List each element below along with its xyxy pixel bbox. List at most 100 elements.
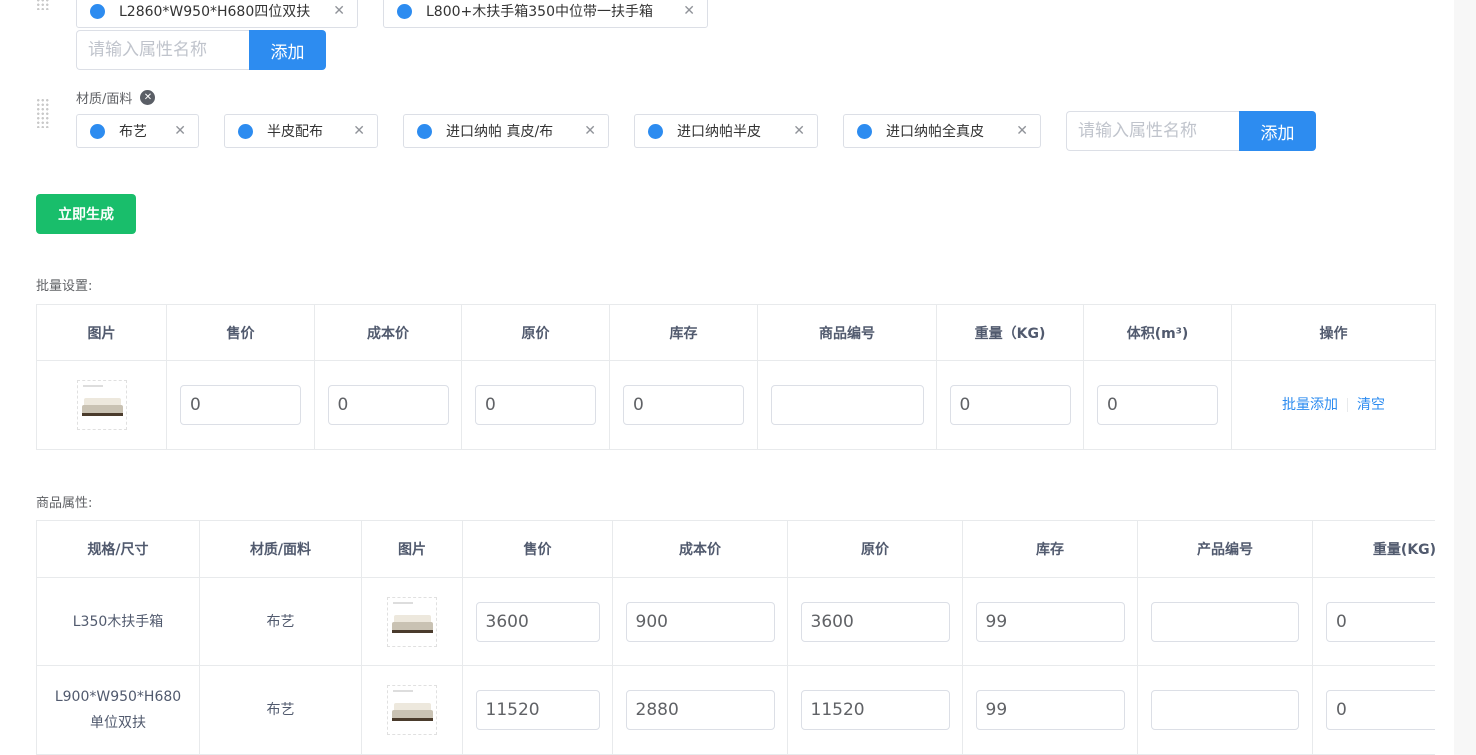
original-price-input[interactable] [800,690,950,730]
stock-input[interactable] [975,690,1125,730]
close-icon[interactable]: ✕ [174,123,186,139]
product-code-input[interactable] [1151,601,1299,642]
column-header: 产品编号 [1137,520,1313,578]
material-cell: 布艺 [199,577,362,666]
column-header: 成本价 [314,304,462,361]
vertical-scrollbar[interactable] [1454,0,1476,755]
close-icon[interactable]: ✕ [353,123,365,139]
tag-dot-icon [397,3,412,19]
column-header: 原价 [461,304,610,361]
table-row: L900*W950*H680单位双扶 布艺 [36,665,1435,755]
close-icon[interactable]: ✕ [1016,123,1028,139]
batch-stock-input[interactable] [623,385,744,425]
circle-close-icon[interactable]: ✕ [140,90,156,105]
spec-cell: L900*W950*H680单位双扶 [36,665,200,755]
column-header: 图片 [36,304,167,361]
clear-link[interactable]: 清空 [1357,397,1385,413]
image-cell [361,665,463,755]
table-header-row: 图片 售价 成本价 原价 库存 商品编号 重量（KG) 体积(m³) 操作 [36,304,1436,361]
column-header: 材质/面料 [199,520,362,578]
close-icon[interactable]: ✕ [683,3,695,19]
product-thumbnail[interactable] [387,596,437,647]
weight-input[interactable] [1326,690,1435,730]
batch-settings-table: 图片 售价 成本价 原价 库存 商品编号 重量（KG) 体积(m³) 操作 0 … [36,304,1436,450]
tag-dot-icon [90,123,105,139]
batch-settings-label: 批量设置: [36,279,93,294]
material-add-button[interactable]: 添加 [1239,111,1316,151]
material-attr-input[interactable] [1066,111,1239,151]
drag-handle-icon[interactable] [36,0,50,10]
weight-input[interactable] [1326,601,1435,642]
column-header: 库存 [609,304,758,361]
product-code-input[interactable] [1151,690,1299,730]
batch-price-input[interactable] [180,385,301,425]
spec-tag[interactable]: L800+木扶手箱350中位带一扶手箱 ✕ [383,0,708,28]
column-header: 操作 [1231,304,1436,361]
material-cell: 布艺 [199,665,362,755]
column-header: 库存 [962,520,1138,578]
attributes-table-viewport: 规格/尺寸 材质/面料 图片 售价 成本价 原价 库存 产品编号 重量(KG) … [36,520,1435,755]
material-tag[interactable]: 进口纳帕半皮 ✕ [634,114,818,148]
tag-dot-icon [90,3,105,19]
batch-weight-input[interactable] [949,385,1071,425]
material-tag[interactable]: 半皮配布 ✕ [224,114,378,148]
image-cell [361,577,463,666]
batch-add-link[interactable]: 批量添加 [1282,397,1338,413]
tag-label: 半皮配布 [267,124,323,140]
batch-cost-input[interactable] [327,385,449,425]
product-thumbnail[interactable] [387,685,437,735]
column-header: 售价 [462,520,613,578]
generate-button[interactable]: 立即生成 [36,194,136,234]
cost-input[interactable] [625,601,775,642]
column-header: 商品编号 [757,304,937,361]
tag-dot-icon [648,123,663,139]
group-name: 材质/面料 [76,92,133,107]
product-attributes-label: 商品属性: [36,496,93,511]
stock-input[interactable] [975,601,1125,642]
tag-label: 进口纳帕全真皮 [886,124,984,140]
close-icon[interactable]: ✕ [793,123,805,139]
table-header-row: 规格/尺寸 材质/面料 图片 售价 成本价 原价 库存 产品编号 重量(KG) [36,520,1435,578]
column-header: 原价 [787,520,963,578]
product-attributes-table: 规格/尺寸 材质/面料 图片 售价 成本价 原价 库存 产品编号 重量(KG) … [36,520,1435,755]
tag-label: 进口纳帕半皮 [677,124,761,140]
tag-label: L2860*W950*H680四位双扶 [119,4,311,20]
column-header: 图片 [361,520,463,578]
column-header: 重量（KG) [936,304,1084,361]
table-row: 批量添加 清空 [36,360,1436,450]
table-row: L350木扶手箱 布艺 [36,577,1435,666]
tag-dot-icon [238,123,253,139]
material-group-title: 材质/面料 ✕ [76,88,156,107]
spec-cell: L350木扶手箱 [36,577,200,666]
material-tag[interactable]: 进口纳帕全真皮 ✕ [843,114,1041,148]
material-tag[interactable]: 布艺 ✕ [76,114,199,148]
operation-cell: 批量添加 清空 [1231,360,1436,450]
batch-volume-input[interactable] [1097,385,1218,425]
original-price-input[interactable] [800,601,950,642]
product-sku-editor: L2860*W950*H680四位双扶 ✕ L800+木扶手箱350中位带一扶手… [0,0,1476,755]
spec-tag[interactable]: L2860*W950*H680四位双扶 ✕ [76,0,358,28]
batch-original-price-input[interactable] [475,385,596,425]
column-header: 体积(m³) [1083,304,1232,361]
tag-dot-icon [857,123,872,139]
cost-input[interactable] [625,690,775,730]
close-icon[interactable]: ✕ [333,3,345,19]
tag-label: 布艺 [119,124,147,140]
batch-code-input[interactable] [770,385,924,425]
column-header: 售价 [166,304,315,361]
price-input[interactable] [475,690,600,730]
column-header: 规格/尺寸 [36,520,200,578]
tag-label: 进口纳帕 真皮/布 [446,124,554,140]
close-icon[interactable]: ✕ [584,123,596,139]
tag-label: L800+木扶手箱350中位带一扶手箱 [426,4,653,20]
image-cell [36,360,167,450]
column-header: 重量(KG) [1312,520,1435,578]
divider [1347,398,1348,412]
material-tag[interactable]: 进口纳帕 真皮/布 ✕ [403,114,609,148]
spec-attr-input[interactable] [76,30,249,70]
tag-dot-icon [417,123,432,139]
product-thumbnail[interactable] [76,380,127,430]
spec-add-button[interactable]: 添加 [249,30,326,70]
drag-handle-icon[interactable] [36,98,50,128]
price-input[interactable] [475,601,600,642]
